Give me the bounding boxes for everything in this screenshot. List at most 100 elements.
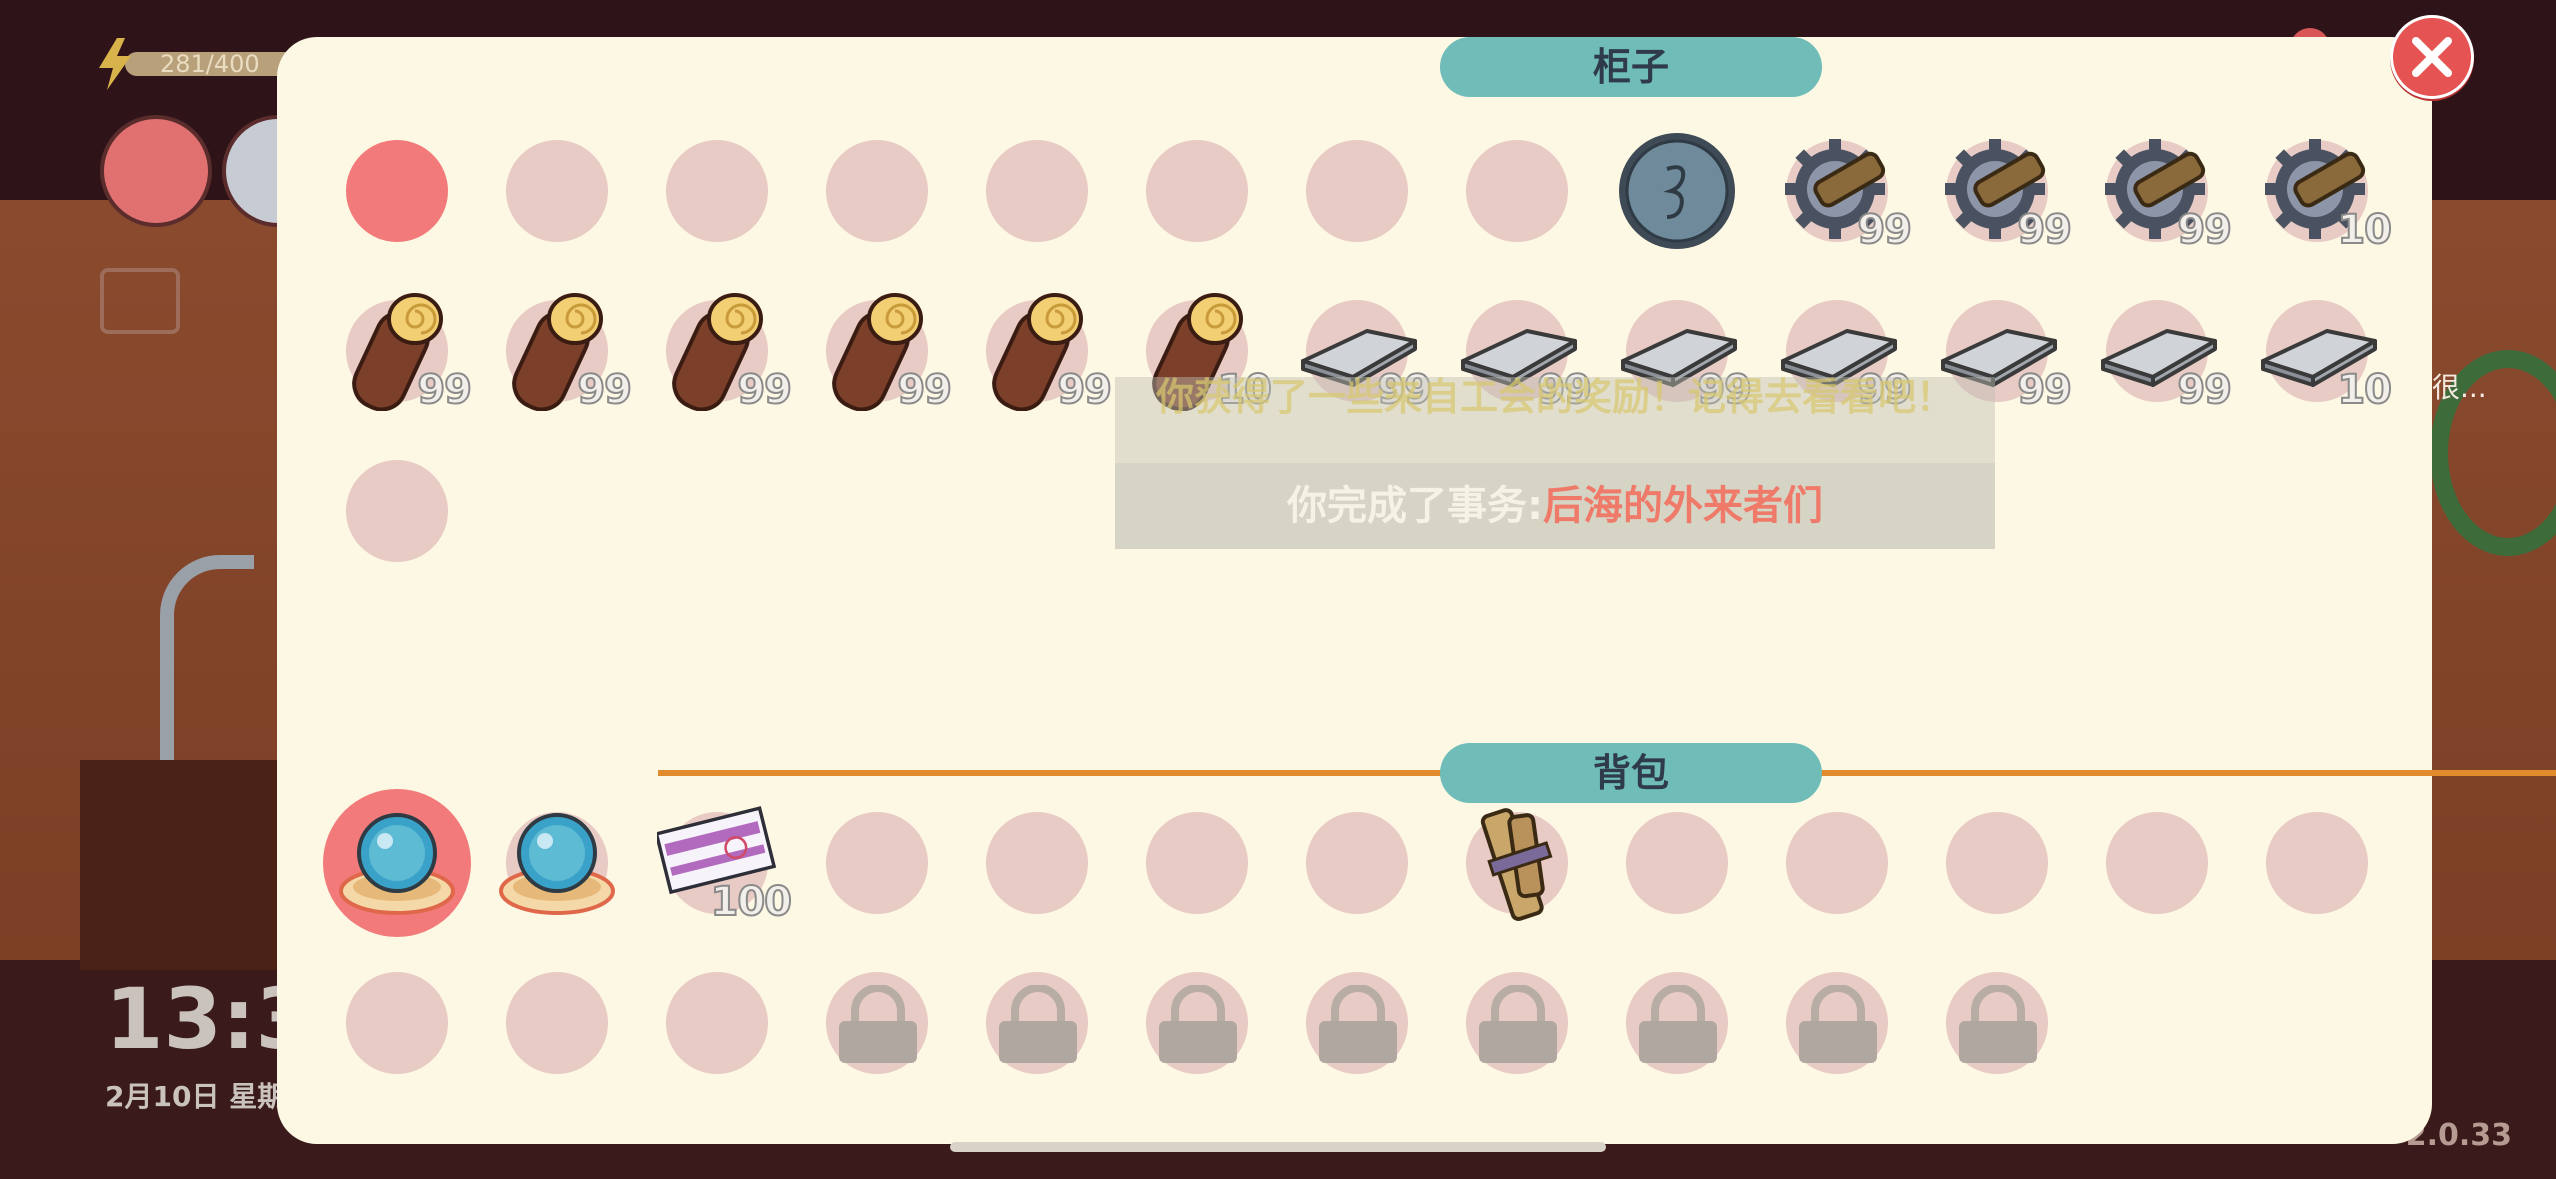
slot-background [2266,812,2368,914]
slot-background [826,140,928,242]
wood-bundle-icon [1457,803,1577,923]
inventory-slot[interactable] [1117,111,1277,271]
lock-icon [1475,984,1561,1065]
lock-icon [1955,984,2041,1065]
blue-coin-icon [1617,131,1737,251]
inventory-slot[interactable] [2237,783,2397,943]
slot-background [1146,812,1248,914]
inventory-slot[interactable] [1597,111,1757,271]
quest-complete-prefix: 你完成了事务: [1287,483,1543,529]
game-date: 2月10日 星期 [105,1080,286,1113]
locked-slot [1117,943,1277,1103]
locked-slot [1437,943,1597,1103]
inventory-slot[interactable] [2077,783,2237,943]
item-count: 99 [736,366,793,414]
item-count: 100 [710,878,793,926]
inventory-slot[interactable] [797,783,957,943]
inventory-slot[interactable] [317,111,477,271]
storage-panel: 柜子 99 99 99 10 99 99 99 99 99 10 99 99 99 99 99 99 10 背包… [277,37,2556,1144]
quest-name: 后海的外来者们 [1543,483,1823,529]
slot-background [346,972,448,1074]
locked-slot [1917,943,2077,1103]
lock-icon [1155,984,1241,1065]
inventory-slot[interactable] [1437,783,1597,943]
lock-icon [995,984,1081,1065]
item-count: 99 [1056,366,1113,414]
item-count: 99 [416,366,473,414]
inventory-slot[interactable]: 10 [2237,271,2397,431]
slot-background [826,812,928,914]
home-indicator[interactable] [950,1142,1606,1152]
inventory-slot[interactable] [797,111,957,271]
inventory-slot[interactable] [1277,783,1437,943]
slot-background [986,140,1088,242]
item-count: 99 [2016,206,2073,254]
inventory-slot[interactable]: 99 [1917,111,2077,271]
reward-notice: 你获得了一些来自工会的奖励！记得去看看吧！ [1115,377,1995,463]
inventory-slot[interactable] [957,111,1117,271]
inventory-slot[interactable]: 99 [957,271,1117,431]
item-count: 99 [2176,366,2233,414]
inventory-slot[interactable]: 99 [797,271,957,431]
slot-background [506,972,608,1074]
locked-slot [1277,943,1437,1103]
slot-background [346,140,448,242]
inventory-slot[interactable] [1597,783,1757,943]
inventory-slot[interactable]: 10 [2237,111,2397,271]
slot-background [1786,812,1888,914]
item-count: 10 [2336,366,2393,414]
avatar [100,115,212,227]
item-count: 99 [576,366,633,414]
slot-background [986,812,1088,914]
inventory-slot[interactable] [1117,783,1277,943]
inventory-slot[interactable] [637,111,797,271]
lock-icon [1635,984,1721,1065]
inventory-slot[interactable]: 99 [1757,111,1917,271]
crystal-ball-icon [497,803,617,923]
item-count: 99 [896,366,953,414]
inventory-slot[interactable] [477,943,637,1103]
item-count: 99 [2016,366,2073,414]
locked-slot [1597,943,1757,1103]
inventory-slot[interactable]: 99 [317,271,477,431]
slot-background [346,460,448,562]
inventory-slot[interactable] [317,431,477,591]
inventory-slot[interactable] [477,111,637,271]
item-count: 99 [2176,206,2233,254]
slot-background [1626,812,1728,914]
slot-background [1146,140,1248,242]
slot-background [2106,812,2208,914]
download-folder-icon [100,268,180,334]
inventory-slot[interactable] [1757,783,1917,943]
inventory-slot[interactable]: 100 [637,783,797,943]
item-count: 99 [1856,206,1913,254]
locked-slot [957,943,1117,1103]
crystal-ball-icon [337,803,457,923]
quest-complete-notice: 你完成了事务:后海的外来者们 [1115,463,1995,549]
inventory-slot[interactable] [637,943,797,1103]
locked-slot [1757,943,1917,1103]
inventory-slot[interactable] [1917,783,2077,943]
faucet [160,555,254,769]
inventory-slot[interactable] [477,783,637,943]
inventory-slot[interactable] [1437,111,1597,271]
inventory-slot[interactable] [1277,111,1437,271]
slot-background [1306,140,1408,242]
slot-background [1946,812,2048,914]
lightning-icon [99,38,131,90]
inventory-slot[interactable]: 99 [2077,111,2237,271]
slot-background [506,140,608,242]
inventory-slot[interactable] [317,943,477,1103]
slot-background [666,972,768,1074]
lock-icon [835,984,921,1065]
close-icon [2412,37,2452,77]
inventory-slot[interactable]: 99 [477,271,637,431]
close-button[interactable] [2390,15,2474,99]
locked-slot [797,943,957,1103]
inventory-slot[interactable] [957,783,1117,943]
kitchen-counter [80,760,300,970]
inventory-slot[interactable]: 99 [637,271,797,431]
inventory-slot[interactable]: 99 [2077,271,2237,431]
lock-icon [1795,984,1881,1065]
inventory-slot[interactable] [317,783,477,943]
